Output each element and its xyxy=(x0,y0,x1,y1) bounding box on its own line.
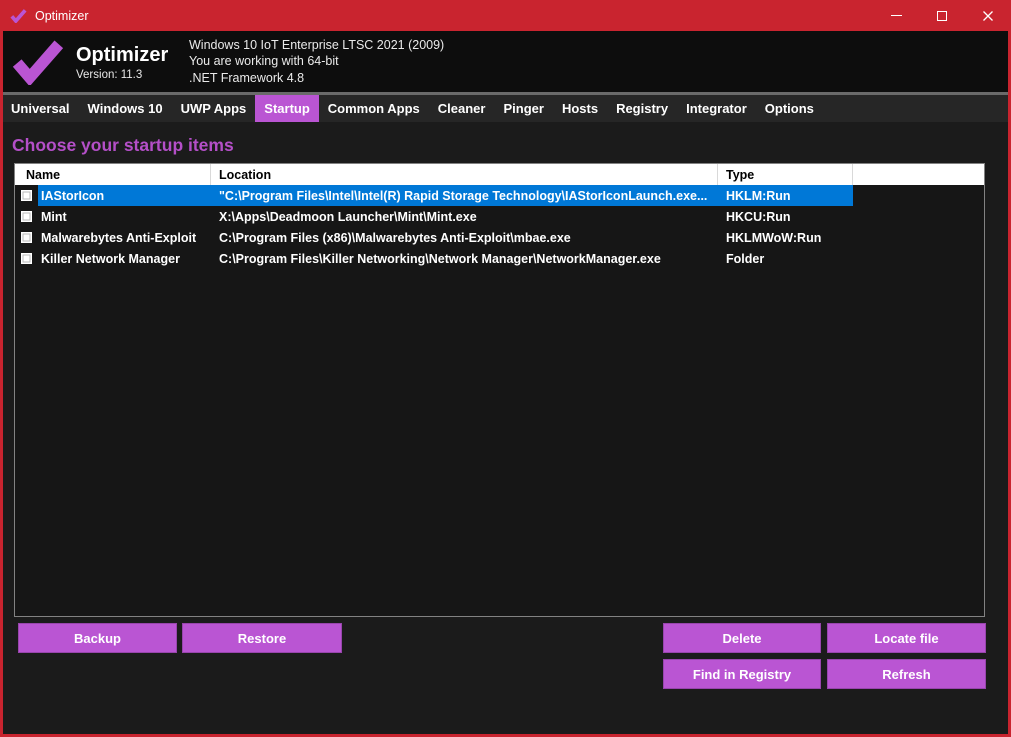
item-name: Killer Network Manager xyxy=(38,248,211,269)
tab-bar: Universal Windows 10 UWP Apps Startup Co… xyxy=(0,95,1011,122)
window-title: Optimizer xyxy=(35,9,88,23)
name-cell: IAStorIcon xyxy=(15,185,211,206)
checkmark-icon xyxy=(10,9,27,23)
table-row[interactable]: Killer Network Manager C:\Program Files\… xyxy=(15,248,984,269)
empty-cell xyxy=(853,206,984,227)
arch-info-line: You are working with 64-bit xyxy=(189,53,444,70)
minimize-icon xyxy=(891,15,902,16)
item-checkbox[interactable] xyxy=(21,211,32,222)
item-type: Folder xyxy=(718,248,853,269)
name-cell: Killer Network Manager xyxy=(15,248,211,269)
tab-registry[interactable]: Registry xyxy=(607,95,677,122)
item-type: HKCU:Run xyxy=(718,206,853,227)
checkbox-area xyxy=(15,206,38,227)
maximize-button[interactable] xyxy=(919,0,965,31)
refresh-button[interactable]: Refresh xyxy=(827,659,986,689)
tab-cleaner[interactable]: Cleaner xyxy=(429,95,495,122)
backup-button[interactable]: Backup xyxy=(18,623,177,653)
tab-pinger[interactable]: Pinger xyxy=(494,95,552,122)
tab-hosts[interactable]: Hosts xyxy=(553,95,607,122)
item-name: Malwarebytes Anti-Exploit xyxy=(38,227,211,248)
tab-options[interactable]: Options xyxy=(756,95,823,122)
item-checkbox[interactable] xyxy=(21,253,32,264)
empty-cell xyxy=(853,248,984,269)
name-cell: Malwarebytes Anti-Exploit xyxy=(15,227,211,248)
delete-button[interactable]: Delete xyxy=(663,623,821,653)
minimize-button[interactable] xyxy=(873,0,919,31)
os-info-line: Windows 10 IoT Enterprise LTSC 2021 (200… xyxy=(189,37,444,54)
item-location: "C:\Program Files\Intel\Intel(R) Rapid S… xyxy=(211,185,718,206)
table-row[interactable]: IAStorIcon "C:\Program Files\Intel\Intel… xyxy=(15,185,984,206)
tab-universal[interactable]: Universal xyxy=(2,95,79,122)
window-controls xyxy=(873,0,1011,31)
tab-common-apps[interactable]: Common Apps xyxy=(319,95,429,122)
empty-cell xyxy=(853,185,984,206)
restore-button[interactable]: Restore xyxy=(182,623,342,653)
page-title: Choose your startup items xyxy=(12,135,234,156)
startup-items-table: Name Location Type IAStorIcon "C:\Progra… xyxy=(14,163,985,617)
item-checkbox[interactable] xyxy=(21,190,32,201)
find-in-registry-button[interactable]: Find in Registry xyxy=(663,659,821,689)
app-header: Optimizer Version: 11.3 Windows 10 IoT E… xyxy=(0,31,1011,92)
tab-integrator[interactable]: Integrator xyxy=(677,95,756,122)
empty-cell xyxy=(853,227,984,248)
app-logo-checkmark-icon xyxy=(12,39,64,85)
locate-file-button[interactable]: Locate file xyxy=(827,623,986,653)
column-header-type[interactable]: Type xyxy=(718,164,853,185)
dotnet-info-line: .NET Framework 4.8 xyxy=(189,70,444,87)
item-name: Mint xyxy=(38,206,211,227)
item-checkbox[interactable] xyxy=(21,232,32,243)
title-bar[interactable]: Optimizer xyxy=(0,0,1011,31)
app-name: Optimizer xyxy=(76,43,181,67)
tab-windows-10[interactable]: Windows 10 xyxy=(79,95,172,122)
table-row[interactable]: Mint X:\Apps\Deadmoon Launcher\Mint\Mint… xyxy=(15,206,984,227)
item-location: C:\Program Files\Killer Networking\Netwo… xyxy=(211,248,718,269)
item-type: HKLM:Run xyxy=(718,185,853,206)
column-header-name[interactable]: Name xyxy=(15,164,211,185)
close-icon xyxy=(982,10,994,22)
item-type: HKLMWoW:Run xyxy=(718,227,853,248)
item-location: C:\Program Files (x86)\Malwarebytes Anti… xyxy=(211,227,718,248)
name-cell: Mint xyxy=(15,206,211,227)
startup-panel: Choose your startup items Name Location … xyxy=(0,122,1011,734)
close-button[interactable] xyxy=(965,0,1011,31)
optimizer-window: Optimizer Optimizer Version: 11.3 Window… xyxy=(0,0,1011,737)
tab-startup[interactable]: Startup xyxy=(255,95,319,122)
table-header: Name Location Type xyxy=(15,164,984,185)
checkbox-area xyxy=(15,248,38,269)
system-info: Windows 10 IoT Enterprise LTSC 2021 (200… xyxy=(189,37,444,87)
column-header-empty xyxy=(853,164,984,185)
tab-uwp-apps[interactable]: UWP Apps xyxy=(172,95,256,122)
checkbox-area xyxy=(15,185,38,206)
item-name: IAStorIcon xyxy=(38,185,211,206)
item-location: X:\Apps\Deadmoon Launcher\Mint\Mint.exe xyxy=(211,206,718,227)
app-version: Version: 11.3 xyxy=(76,69,181,81)
maximize-icon xyxy=(937,11,947,21)
checkbox-area xyxy=(15,227,38,248)
column-header-location[interactable]: Location xyxy=(211,164,718,185)
table-row[interactable]: Malwarebytes Anti-Exploit C:\Program Fil… xyxy=(15,227,984,248)
